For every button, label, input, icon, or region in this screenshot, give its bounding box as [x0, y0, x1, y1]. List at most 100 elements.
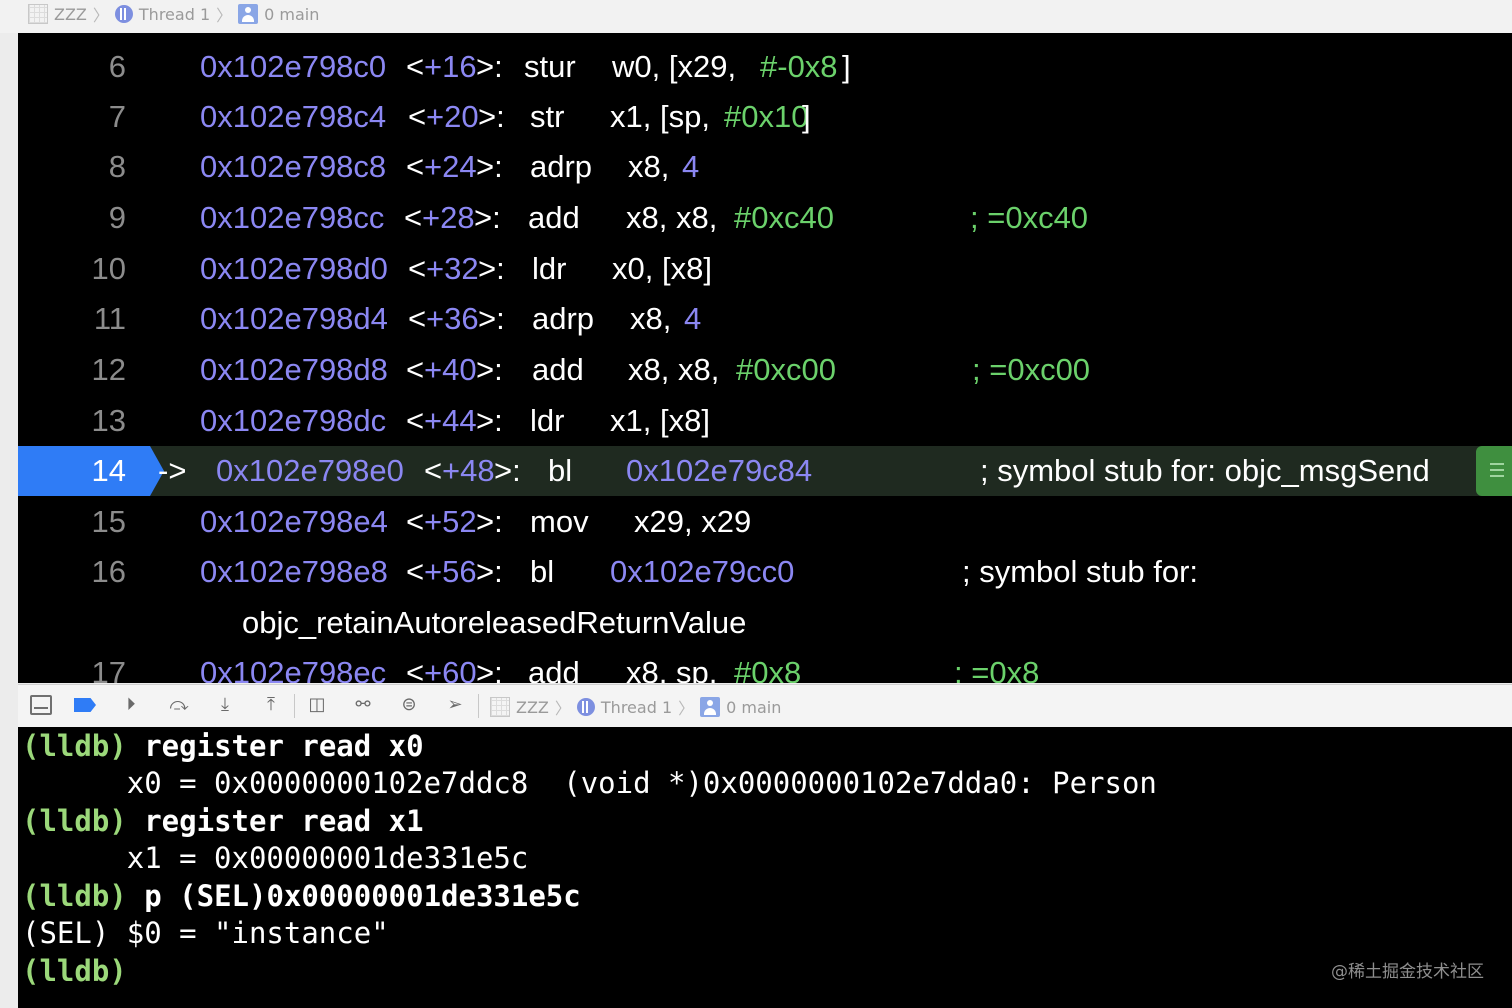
line-number: 17: [91, 655, 126, 683]
lldb-console[interactable]: (lldb) register read x0 x0 = 0x000000010…: [18, 727, 1512, 1008]
operand-immediate: 4: [684, 301, 702, 336]
disasm-row[interactable]: 15 0x102e798e4 < +52 >: mov x29, x29: [18, 497, 1512, 547]
breadcrumb-thread[interactable]: Thread 1: [114, 4, 211, 24]
person-icon: [700, 697, 721, 717]
line-number: 9: [108, 200, 126, 235]
mnemonic: ldr: [532, 251, 567, 286]
operands: x0, [x8]: [612, 251, 712, 286]
offset-open: <: [424, 453, 443, 488]
instruction-offset: +36: [426, 301, 479, 336]
top-jump-bar: ZZZ 〉 Thread 1 〉 0 main: [0, 0, 1512, 34]
operands: x1, [x8]: [610, 403, 710, 438]
disasm-row[interactable]: 17 0x102e798ec < +60 >: add x8, sp, #0x8…: [18, 648, 1512, 683]
disasm-row[interactable]: 8 0x102e798c8 < +24 >: adrp x8, 4: [18, 142, 1512, 192]
offset-close: >:: [478, 301, 505, 336]
line-number: 8: [108, 149, 126, 184]
disasm-row[interactable]: 6 0x102e798c0 < +16 >: stur w0, [x29, #-…: [18, 42, 1512, 92]
disasm-row[interactable]: 10 0x102e798d0 < +32 >: ldr x0, [x8]: [18, 244, 1512, 294]
instruction-address: 0x102e798d0: [200, 251, 388, 286]
breadcrumb-target[interactable]: ZZZ: [490, 697, 549, 717]
instruction-offset: +52: [424, 504, 477, 539]
disasm-row[interactable]: 12 0x102e798d8 < +40 >: add x8, x8, #0xc…: [18, 345, 1512, 395]
disasm-row[interactable]: 7 0x102e798c4 < +20 >: str x1, [sp, #0x1…: [18, 92, 1512, 142]
offset-close: >:: [478, 251, 505, 286]
instruction-comment: ; =0xc00: [972, 352, 1091, 387]
offset-open: <: [406, 655, 425, 683]
breakpoints-toggle-icon[interactable]: [74, 698, 96, 712]
instruction-offset: +40: [424, 352, 477, 387]
hide-debug-area-icon[interactable]: [30, 695, 52, 715]
mnemonic: str: [530, 99, 565, 134]
instruction-address: 0x102e798ec: [200, 655, 387, 683]
step-over-icon[interactable]: ⤼: [168, 695, 190, 715]
operands: x8, x8,: [626, 200, 718, 235]
chevron-right-icon: 〉: [92, 6, 109, 25]
operand-immediate: #0xc40: [734, 200, 834, 235]
debug-breadcrumb: ZZZ 〉 Thread 1 〉 0 main: [490, 695, 781, 719]
disassembly-view[interactable]: 6 0x102e798c0 < +16 >: stur w0, [x29, #-…: [18, 33, 1512, 683]
toolbar-divider: [478, 694, 479, 718]
target-grid-icon: [490, 697, 510, 717]
breadcrumb-thread-label: Thread 1: [138, 4, 211, 24]
breadcrumb-target[interactable]: ZZZ: [28, 4, 87, 24]
lldb-prompt: (lldb): [22, 954, 127, 988]
instruction-offset: +60: [424, 655, 477, 683]
console-command: register read x0: [126, 729, 424, 763]
console-command: register read x1: [126, 804, 424, 838]
mnemonic: adrp: [530, 149, 593, 184]
branch-target: 0x102e79cc0: [610, 554, 795, 589]
disasm-row[interactable]: 13 0x102e798dc < +44 >: ldr x1, [x8]: [18, 396, 1512, 446]
continue-icon[interactable]: ⏵: [120, 695, 142, 715]
lldb-prompt: (lldb): [22, 804, 127, 838]
disasm-row[interactable]: 9 0x102e798cc < +28 >: add x8, x8, #0xc4…: [18, 193, 1512, 243]
chevron-right-icon: 〉: [216, 6, 233, 25]
line-number: 12: [91, 352, 126, 387]
offset-open: <: [406, 49, 425, 84]
mnemonic: stur: [524, 49, 576, 84]
person-icon: [238, 4, 259, 24]
offset-open: <: [408, 99, 427, 134]
instruction-address: 0x102e798d8: [200, 352, 388, 387]
toolbar-divider: [294, 694, 295, 718]
breadcrumb-frame[interactable]: 0 main: [700, 697, 781, 717]
offset-close: >:: [474, 200, 501, 235]
disasm-row[interactable]: 11 0x102e798d4 < +36 >: adrp x8, 4: [18, 294, 1512, 344]
breadcrumb-target-label: ZZZ: [516, 697, 549, 717]
comment-continuation: objc_retainAutoreleasedReturnValue: [242, 605, 747, 640]
instruction-offset: +32: [426, 251, 479, 286]
instruction-offset: +56: [424, 554, 477, 589]
line-number: 15: [91, 504, 126, 539]
offset-open: <: [406, 403, 425, 438]
offset-close: >:: [478, 99, 505, 134]
offset-close: >:: [476, 554, 503, 589]
memory-graph-icon[interactable]: ⚯: [352, 695, 374, 715]
line-number: 11: [93, 301, 126, 336]
target-grid-icon: [28, 4, 48, 24]
operand-immediate: #0xc00: [736, 352, 836, 387]
step-into-icon[interactable]: ⤓: [214, 695, 236, 715]
breadcrumb-frame[interactable]: 0 main: [238, 4, 319, 24]
console-input-line[interactable]: (lldb): [22, 952, 127, 990]
instruction-offset: +20: [426, 99, 479, 134]
step-out-icon[interactable]: ⤒: [260, 695, 282, 715]
breadcrumb-target-label: ZZZ: [54, 4, 87, 24]
breadcrumb-thread[interactable]: Thread 1: [576, 698, 672, 717]
instruction-offset: +44: [424, 403, 477, 438]
thread-indicator-icon[interactable]: [1476, 446, 1512, 496]
mnemonic: add: [528, 655, 580, 683]
console-output: x1 = 0x00000001de331e5c: [22, 841, 529, 875]
mnemonic: mov: [530, 504, 589, 539]
operands: x29, x29: [634, 504, 752, 539]
view-hierarchy-icon[interactable]: ◫: [306, 695, 328, 715]
line-number: 7: [108, 99, 126, 134]
simulate-location-icon[interactable]: ➢: [444, 695, 466, 715]
disasm-row[interactable]: 16 0x102e798e8 < +56 >: bl 0x102e79cc0 ;…: [18, 547, 1512, 597]
chevron-right-icon: 〉: [554, 699, 571, 718]
offset-open: <: [408, 301, 427, 336]
environment-overrides-icon[interactable]: ⊜: [398, 695, 420, 715]
instruction-address: 0x102e798e0: [216, 453, 404, 488]
offset-open: <: [406, 149, 425, 184]
mnemonic: add: [528, 200, 580, 235]
disasm-row-current[interactable]: 14 -> 0x102e798e0 < +48 >: bl 0x102e79c8…: [18, 446, 1512, 496]
branch-target: 0x102e79c84: [626, 453, 813, 488]
